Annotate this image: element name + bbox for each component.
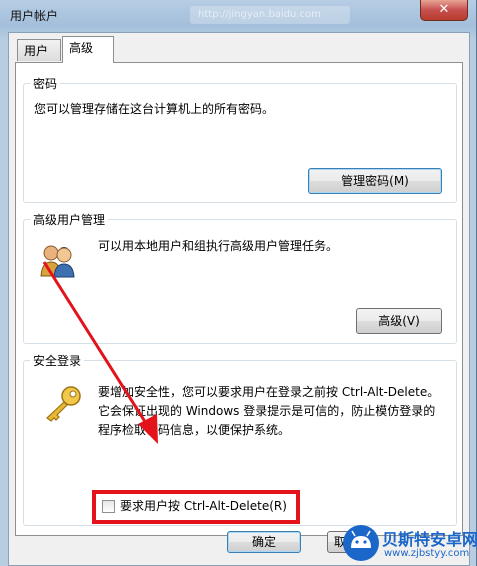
- watermark-logo: 贝斯特安卓网 www.zjbstyy.com: [338, 520, 477, 566]
- advanced-button[interactable]: 高级(V): [356, 308, 442, 334]
- secure-logon-title: 安全登录: [30, 352, 85, 369]
- annotation-highlight-box: [92, 490, 300, 524]
- blurred-address: http://jingyan.baidu.com: [190, 6, 350, 24]
- passwords-description: 您可以管理存储在这台计算机上的所有密码。: [34, 102, 275, 116]
- passwords-group-title: 密码: [30, 75, 61, 92]
- secure-logon-line-3: 程序检取密码信息，以便保护系统。: [98, 423, 291, 437]
- manage-passwords-button[interactable]: 管理密码(M): [308, 168, 442, 194]
- advanced-tab-panel: 密码 您可以管理存储在这台计算机上的所有密码。 管理密码(M) 高级用户管理 可…: [15, 62, 463, 536]
- watermark-title: 贝斯特安卓网: [382, 530, 477, 549]
- close-button[interactable]: ✕: [420, 0, 468, 21]
- secure-logon-line-2: 它会保证出现的 Windows 登录提示是可信的，防止模仿登录的: [98, 404, 436, 418]
- ok-button[interactable]: 确定: [227, 531, 301, 553]
- advanced-user-management-group: 高级用户管理 可以用本地用户和组执行高级用户管理任务。 高级(V): [23, 211, 457, 344]
- user-accounts-window: 用户帐户 http://jingyan.baidu.com ✕ 用户 高级 密码…: [0, 0, 477, 566]
- tab-users[interactable]: 用户: [17, 39, 61, 61]
- tab-users-label: 用户: [24, 44, 49, 58]
- dialog-client-area: 用户 高级 密码 您可以管理存储在这台计算机上的所有密码。 管理密码(M) 高级…: [8, 32, 470, 566]
- window-title: 用户帐户: [10, 9, 59, 23]
- tab-advanced-label: 高级: [69, 41, 94, 55]
- key-icon: [46, 386, 81, 422]
- watermark-url: www.zjbstyy.com: [384, 548, 470, 559]
- tab-advanced[interactable]: 高级: [62, 36, 114, 63]
- android-logo-icon: [343, 525, 379, 561]
- secure-logon-group: 安全登录 要增加安全性，您可以要求用户在登录之前按 Ctrl-Alt-Delet…: [23, 352, 457, 526]
- close-icon: ✕: [438, 2, 450, 17]
- users-icon: [40, 245, 75, 278]
- secure-logon-line-1: 要增加安全性，您可以要求用户在登录之前按 Ctrl-Alt-Delete。: [98, 385, 440, 399]
- advanced-user-management-description: 可以用本地用户和组执行高级用户管理任务。: [98, 239, 339, 253]
- passwords-group: 密码 您可以管理存储在这台计算机上的所有密码。 管理密码(M): [23, 75, 457, 203]
- advanced-user-management-title: 高级用户管理: [30, 211, 109, 228]
- title-bar[interactable]: 用户帐户 http://jingyan.baidu.com ✕: [0, 0, 477, 32]
